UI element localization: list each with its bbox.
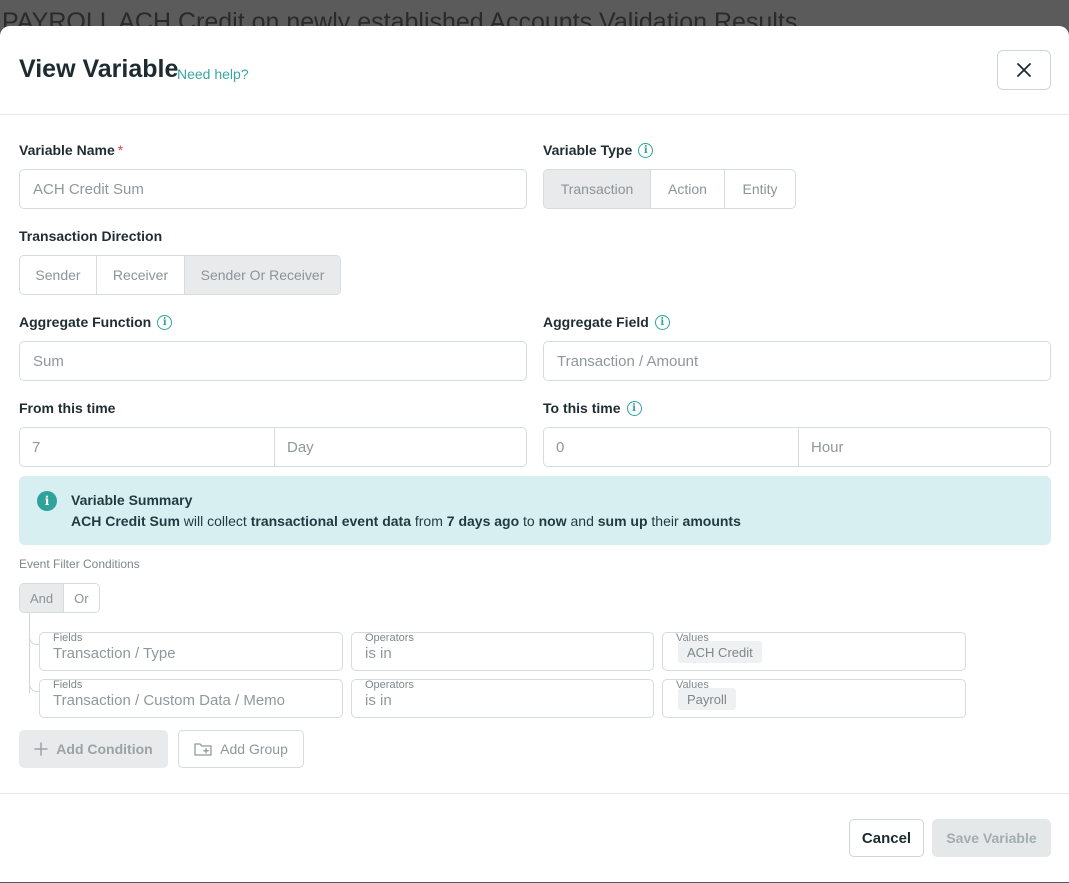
to-time-field: 0 Hour (543, 427, 1051, 467)
transaction-direction-selector: Sender Receiver Sender Or Receiver (19, 255, 341, 295)
aggregate-field-input[interactable]: Transaction / Amount (543, 341, 1051, 381)
from-time-amount-input[interactable]: 7 (20, 428, 274, 466)
required-mark: * (117, 142, 124, 158)
to-time-amount-input[interactable]: 0 (544, 428, 798, 466)
add-condition-button[interactable]: Add Condition (19, 730, 168, 768)
save-variable-button[interactable]: Save Variable (932, 819, 1051, 857)
need-help-link[interactable]: Need help? (177, 66, 249, 82)
condition-1-field-select[interactable]: Fields Transaction / Type (39, 632, 343, 671)
condition-1-values-select[interactable]: Values ACH Credit (662, 632, 966, 671)
close-button[interactable] (997, 50, 1051, 90)
variable-type-selector: Transaction Action Entity (543, 169, 796, 209)
from-time-field: 7 Day (19, 427, 527, 467)
value-chip: ACH Credit (678, 641, 762, 663)
to-time-unit-select[interactable]: Hour (798, 428, 1050, 466)
condition-1-operator-select[interactable]: Operators is in (351, 632, 654, 671)
from-time-label: From this time (19, 400, 116, 416)
add-group-button[interactable]: Add Group (178, 730, 304, 768)
close-icon (1017, 63, 1031, 77)
info-icon[interactable]: i (638, 142, 654, 158)
value-chip: Payroll (678, 688, 736, 710)
logic-or[interactable]: Or (64, 584, 98, 612)
logic-and[interactable]: And (20, 584, 65, 612)
tree-branch (29, 633, 39, 645)
modal-title: View Variable (19, 55, 179, 83)
from-time-unit-select[interactable]: Day (274, 428, 526, 466)
tree-branch (29, 680, 39, 692)
filter-logic-selector: And Or (19, 583, 100, 613)
aggregate-field-label: Aggregate Field i (543, 314, 670, 330)
variable-type-entity[interactable]: Entity (725, 170, 795, 208)
variable-type-label: Variable Type i (543, 142, 654, 158)
direction-sender[interactable]: Sender (20, 256, 97, 294)
plus-icon (34, 742, 49, 756)
condition-2-field-select[interactable]: Fields Transaction / Custom Data / Memo (39, 679, 343, 718)
aggregate-function-label: Aggregate Function i (19, 314, 173, 330)
condition-2-operator-select[interactable]: Operators is in (351, 679, 654, 718)
variable-summary: i Variable Summary ACH Credit Sum will c… (19, 476, 1051, 545)
variable-name-input[interactable]: ACH Credit Sum (19, 169, 527, 209)
info-icon[interactable]: i (157, 314, 173, 330)
direction-sender-or-receiver[interactable]: Sender Or Receiver (185, 256, 340, 294)
transaction-direction-label: Transaction Direction (19, 228, 163, 244)
event-filter-label: Event Filter Conditions (19, 557, 140, 571)
folder-plus-icon (194, 743, 212, 756)
to-time-label: To this time i (543, 400, 642, 416)
direction-receiver[interactable]: Receiver (97, 256, 185, 294)
variable-name-label: Variable Name * (19, 142, 124, 158)
cancel-button[interactable]: Cancel (849, 819, 924, 857)
info-icon[interactable]: i (654, 314, 670, 330)
view-variable-modal: View Variable Need help? Variable Name * … (0, 26, 1069, 882)
info-icon[interactable]: i (626, 400, 642, 416)
variable-type-action[interactable]: Action (651, 170, 725, 208)
info-icon: i (37, 491, 57, 511)
footer-divider (0, 793, 1069, 794)
summary-text: ACH Credit Sum will collect transactiona… (71, 513, 741, 529)
modal-header: View Variable Need help? (0, 26, 1069, 115)
summary-title: Variable Summary (71, 492, 193, 508)
condition-2-values-select[interactable]: Values Payroll (662, 679, 966, 718)
aggregate-function-input[interactable]: Sum (19, 341, 527, 381)
variable-type-transaction[interactable]: Transaction (544, 170, 651, 208)
